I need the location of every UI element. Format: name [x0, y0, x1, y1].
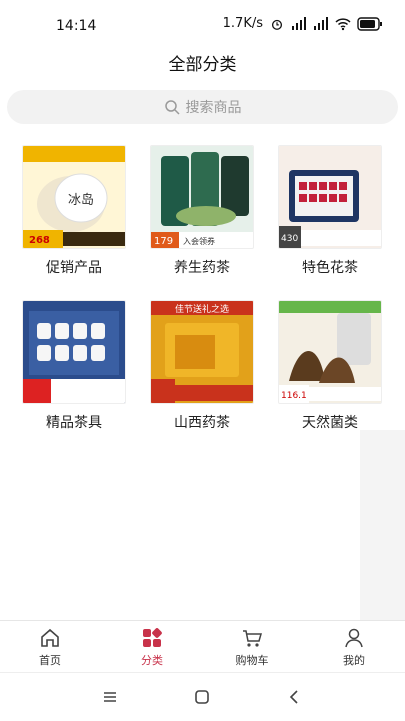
category-item-promo[interactable]: 冰岛 268 促销产品 [22, 145, 126, 277]
svg-text:430: 430 [281, 234, 298, 244]
svg-text:116.1: 116.1 [281, 391, 307, 401]
status-bar: 14:14 1.7K/s [0, 0, 405, 48]
svg-text:佳节送礼之选: 佳节送礼之选 [175, 303, 229, 315]
svg-text:入会领券: 入会领券 [183, 236, 215, 246]
menu-icon[interactable] [100, 687, 120, 707]
svg-text:冰岛: 冰岛 [68, 192, 94, 208]
category-item-flower-tea[interactable]: 430 特色花茶 [278, 145, 382, 277]
tab-home[interactable]: 首页 [20, 627, 80, 668]
category-thumbnail: 佳节送礼之选 [150, 300, 254, 404]
category-thumbnail: 179 入会领券 [150, 145, 254, 249]
category-thumbnail [22, 300, 126, 404]
cart-icon [243, 630, 262, 647]
user-icon [345, 628, 363, 648]
category-label: 山西药茶 [174, 415, 230, 431]
category-thumbnail: 430 [278, 145, 382, 249]
bottom-tab-bar: 首页 分类 购物车 我的 [0, 620, 405, 673]
category-label: 特色花茶 [302, 260, 358, 276]
search-placeholder: 搜索商品 [185, 100, 242, 116]
decorative-background [360, 430, 405, 620]
category-label: 养生药茶 [174, 260, 230, 276]
wifi-icon [335, 17, 351, 30]
category-item-tea-ware[interactable]: 精品茶具 [22, 300, 126, 432]
category-thumbnail: 冰岛 268 [22, 145, 126, 249]
category-item-shanxi-tea[interactable]: 佳节送礼之选 山西药茶 [150, 300, 254, 432]
category-label: 天然菌类 [302, 415, 358, 431]
category-label: 促销产品 [46, 260, 102, 276]
home-icon [41, 628, 59, 647]
category-item-herbal-tea[interactable]: 179 入会领券 养生药茶 [150, 145, 254, 277]
home-button-icon[interactable] [192, 687, 212, 707]
status-time: 14:14 [56, 18, 97, 34]
signal-icon-2 [314, 16, 328, 30]
battery-icon [357, 16, 382, 31]
tab-category[interactable]: 分类 [122, 627, 182, 668]
page-title: 全部分类 [168, 55, 237, 75]
category-icon [143, 628, 162, 647]
signal-icon [292, 16, 306, 30]
system-nav-bar [0, 672, 405, 721]
tab-cart[interactable]: 购物车 [222, 627, 282, 668]
tab-profile[interactable]: 我的 [324, 627, 384, 668]
network-speed: 1.7K/s [222, 16, 263, 31]
svg-text:268: 268 [29, 235, 50, 246]
category-label: 精品茶具 [46, 415, 102, 431]
category-thumbnail: 116.1 [278, 300, 382, 404]
back-icon[interactable] [285, 687, 305, 707]
category-item-mushrooms[interactable]: 116.1 天然菌类 [278, 300, 382, 432]
search-icon [164, 100, 180, 115]
search-bar[interactable]: 搜索商品 [7, 90, 398, 124]
svg-text:179: 179 [154, 236, 173, 247]
alarm-icon [271, 19, 283, 30]
